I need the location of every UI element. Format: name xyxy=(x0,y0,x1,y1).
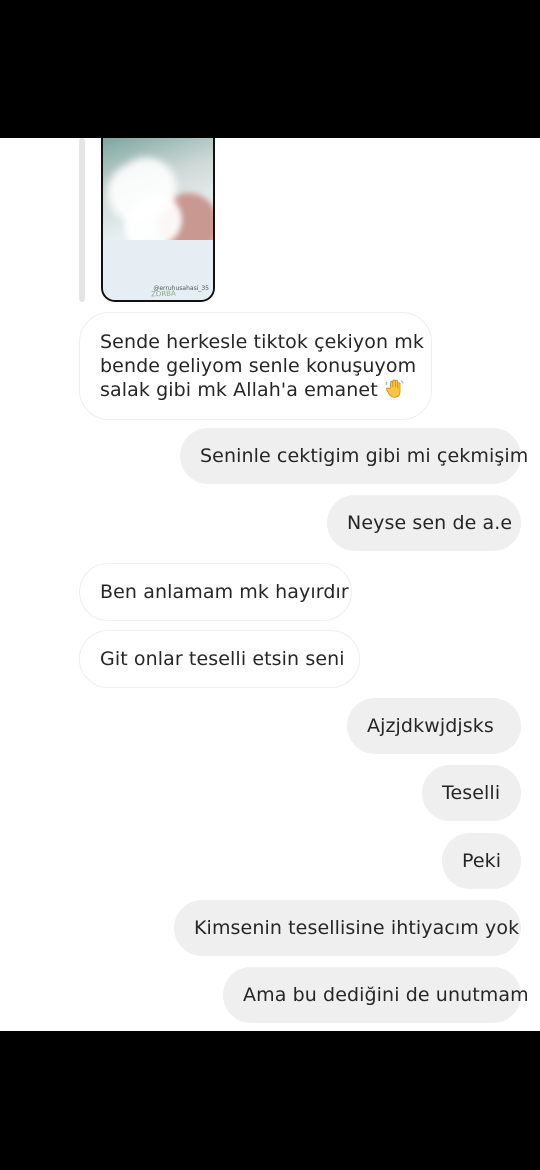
video-handle: @erruhusahasi_35 xyxy=(153,285,209,292)
message-bubble-outgoing[interactable]: Neyse sen de a.e xyxy=(327,495,521,551)
shared-video-thumbnail[interactable]: ZORBA @erruhusahasi_35 xyxy=(101,138,215,302)
message-bubble-outgoing[interactable]: Ajzjdkwjdjsks xyxy=(347,698,521,754)
message-text: Ben anlamam mk hayırdır xyxy=(100,581,349,603)
top-black-bar xyxy=(0,0,540,138)
message-bubble-outgoing[interactable]: Peki xyxy=(442,833,521,889)
waving-hand-icon xyxy=(385,379,404,398)
reply-quote-line xyxy=(79,138,85,302)
message-text-line: Sende herkesle tiktok çekiyon mk xyxy=(100,331,424,353)
message-bubble-outgoing[interactable]: Teselli xyxy=(422,765,521,821)
message-text: Peki xyxy=(462,850,502,872)
bottom-black-bar xyxy=(0,1031,540,1170)
message-text-line: salak gibi mk Allah'a emanet xyxy=(100,379,378,401)
chat-thread[interactable]: ZORBA @erruhusahasi_35 Sende herkesle ti… xyxy=(0,138,540,1031)
message-text: Neyse sen de a.e xyxy=(347,512,513,534)
message-text-line: bende geliyom senle konuşuyom xyxy=(100,355,417,377)
message-bubble-incoming[interactable]: Git onlar teselli etsin seni xyxy=(79,630,360,688)
message-bubble-outgoing[interactable]: Kimsenin tesellisine ihtiyacım yok xyxy=(174,900,521,956)
message-bubble-incoming[interactable]: Ben anlamam mk hayırdır xyxy=(79,563,352,621)
message-text: Kimsenin tesellisine ihtiyacım yok xyxy=(194,917,520,939)
message-bubble-outgoing[interactable]: Ama bu dediğini de unutmam xyxy=(223,967,529,1023)
message-text: Ajzjdkwjdjsks xyxy=(367,715,494,737)
message-text: Seninle cektigim gibi mi çekmişim xyxy=(200,445,529,467)
message-text: Teselli xyxy=(442,782,501,804)
message-text: Ama bu dediğini de unutmam xyxy=(243,984,529,1006)
message-bubble-outgoing[interactable]: Seninle cektigim gibi mi çekmişim xyxy=(180,428,528,484)
message-bubble-incoming[interactable]: Sende herkesle tiktok çekiyon mk bende g… xyxy=(79,312,432,420)
message-text: Git onlar teselli etsin seni xyxy=(100,648,345,670)
